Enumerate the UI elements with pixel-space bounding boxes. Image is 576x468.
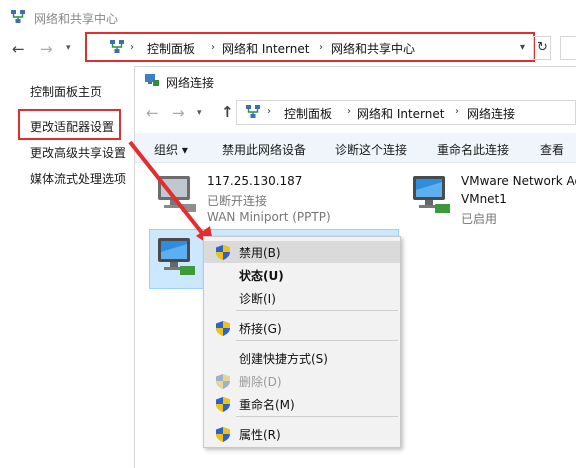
uac-shield-icon: [216, 321, 230, 336]
breadcrumb-network-internet[interactable]: 网络和 Internet: [222, 40, 309, 57]
breadcrumb-control-panel[interactable]: 控制面板: [147, 40, 195, 57]
outer-title-bar: 网络和共享中心: [0, 0, 576, 34]
menu-item-label: 状态(U): [239, 269, 284, 283]
inner-address-bar[interactable]: › 控制面板 › 网络和 Internet › 网络连接: [236, 100, 576, 125]
menu-item-create-shortcut[interactable]: 创建快捷方式(S): [204, 347, 400, 369]
control-panel-icon: [246, 105, 260, 118]
sidebar-item-advanced-sharing[interactable]: 更改高级共享设置: [30, 144, 126, 161]
connection-status: 已断开连接: [207, 194, 268, 208]
highlight-box-sidebar: [18, 109, 121, 140]
monitor-network-icon: [158, 238, 195, 275]
uac-shield-icon: [216, 427, 230, 442]
menu-item-rename[interactable]: 重命名(M): [204, 393, 400, 415]
inner-breadcrumb-network-connections[interactable]: 网络连接: [467, 105, 515, 122]
breadcrumb-network-sharing-center[interactable]: 网络和共享中心: [331, 40, 415, 57]
menu-item-properties[interactable]: 属性(R): [204, 423, 400, 445]
inner-recent-chevron-icon[interactable]: ▾: [197, 108, 202, 118]
breadcrumb-separator: ›: [267, 106, 271, 117]
context-menu: 禁用(B) 状态(U) 诊断(I) 桥接(G) 创建快捷方式(S) 删除(D) 重命名(M)…: [203, 236, 401, 448]
menu-item-status[interactable]: 状态(U): [204, 264, 400, 286]
view-button[interactable]: 查看: [540, 141, 564, 158]
inner-breadcrumb-control-panel[interactable]: 控制面板: [284, 105, 332, 122]
monitor-network-icon: [413, 176, 450, 213]
outer-window-title: 网络和共享中心: [34, 12, 119, 26]
network-center-icon: [11, 10, 25, 23]
menu-item-label: 创建快捷方式(S): [239, 352, 328, 366]
menu-item-label: 重命名(M): [239, 398, 295, 412]
menu-separator: [236, 416, 398, 417]
connection-name: 117.25.130.187: [207, 174, 303, 188]
inner-forward-arrow-icon[interactable]: →: [172, 104, 185, 122]
uac-shield-icon: [216, 245, 230, 260]
breadcrumb-separator: ›: [130, 42, 134, 53]
inner-up-arrow-icon[interactable]: ↑: [221, 103, 234, 121]
connection-item-vmware[interactable]: VMware Network Ad VMnet1 已启用: [405, 170, 576, 226]
outer-address-bar[interactable]: › 控制面板 › 网络和 Internet › 网络和共享中心: [85, 32, 535, 62]
organize-button[interactable]: 组织 ▾: [154, 141, 188, 158]
command-toolbar: 组织 ▾ 禁用此网络设备 诊断这个连接 重命名此连接 查看: [135, 133, 576, 163]
menu-item-label: 禁用(B): [239, 246, 281, 260]
breadcrumb-separator: ›: [211, 42, 215, 53]
connection-name: VMware Network Ad: [461, 174, 576, 188]
back-arrow-icon[interactable]: ←: [12, 40, 25, 58]
connection-device: WAN Miniport (PPTP): [207, 210, 331, 224]
sidebar-item-media-streaming[interactable]: 媒体流式处理选项: [30, 170, 126, 187]
outer-search-input[interactable]: [560, 36, 576, 60]
connection-item-vpn[interactable]: 117.25.130.187 已断开连接 WAN Miniport (PPTP): [150, 170, 350, 225]
uac-shield-icon: [216, 374, 230, 389]
disable-device-button[interactable]: 禁用此网络设备: [222, 141, 306, 158]
menu-item-label: 属性(R): [239, 428, 281, 442]
connection-status: VMnet1: [461, 192, 507, 206]
forward-arrow-icon[interactable]: →: [40, 40, 53, 58]
menu-item-diagnose[interactable]: 诊断(I): [204, 287, 400, 309]
refresh-icon: ↻: [537, 40, 548, 55]
menu-item-disable[interactable]: 禁用(B): [204, 241, 400, 263]
inner-back-arrow-icon[interactable]: ←: [146, 104, 159, 122]
menu-item-label: 桥接(G): [239, 322, 282, 336]
sidebar-item-control-panel-home[interactable]: 控制面板主页: [30, 83, 102, 100]
menu-separator: [236, 310, 398, 311]
uac-shield-icon: [216, 397, 230, 412]
breadcrumb-separator: ›: [455, 106, 459, 117]
menu-item-bridge[interactable]: 桥接(G): [204, 317, 400, 339]
menu-item-label: 诊断(I): [239, 292, 276, 306]
breadcrumb-separator: ›: [347, 106, 351, 117]
refresh-button[interactable]: ↻: [533, 36, 551, 60]
control-panel-icon: [110, 40, 124, 53]
menu-separator: [236, 340, 398, 341]
inner-window-title: 网络连接: [166, 76, 215, 90]
network-connections-icon: [145, 74, 159, 86]
recent-chevron-icon[interactable]: ▾: [66, 43, 71, 53]
breadcrumb-separator: ›: [319, 42, 323, 53]
menu-item-label: 删除(D): [239, 375, 282, 389]
rename-button[interactable]: 重命名此连接: [437, 141, 509, 158]
monitor-network-icon: [158, 176, 196, 212]
diagnose-button[interactable]: 诊断这个连接: [335, 141, 407, 158]
menu-item-delete: 删除(D): [204, 370, 400, 392]
inner-breadcrumb-network-internet[interactable]: 网络和 Internet: [357, 105, 444, 122]
address-dropdown-icon[interactable]: ▾: [520, 42, 525, 53]
connection-device: 已启用: [461, 212, 498, 226]
